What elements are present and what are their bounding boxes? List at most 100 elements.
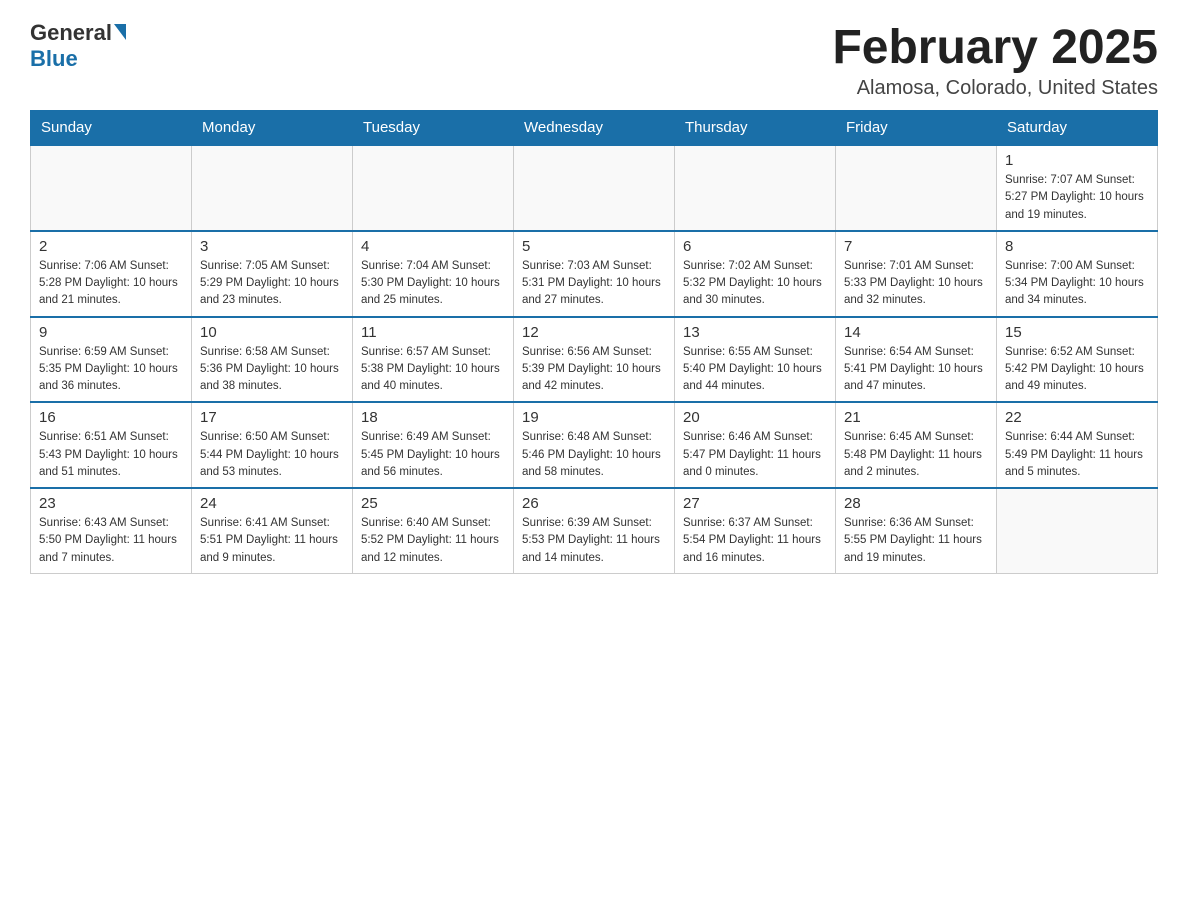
day-number: 28 xyxy=(844,495,988,512)
calendar-cell xyxy=(836,145,997,231)
calendar-header-monday: Monday xyxy=(192,111,353,146)
day-info: Sunrise: 6:54 AM Sunset: 5:41 PM Dayligh… xyxy=(844,344,988,396)
day-number: 18 xyxy=(361,409,505,426)
day-info: Sunrise: 6:51 AM Sunset: 5:43 PM Dayligh… xyxy=(39,429,183,481)
day-number: 24 xyxy=(200,495,344,512)
calendar-cell: 21 Sunrise: 6:45 AM Sunset: 5:48 PM Dayli… xyxy=(836,402,997,488)
day-info: Sunrise: 6:57 AM Sunset: 5:38 PM Dayligh… xyxy=(361,344,505,396)
location-subtitle: Alamosa, Colorado, United States xyxy=(832,77,1158,100)
calendar-cell: 26 Sunrise: 6:39 AM Sunset: 5:53 PM Dayli… xyxy=(514,488,675,573)
day-number: 27 xyxy=(683,495,827,512)
day-info: Sunrise: 6:44 AM Sunset: 5:49 PM Dayligh… xyxy=(1005,429,1149,481)
day-info: Sunrise: 7:07 AM Sunset: 5:27 PM Dayligh… xyxy=(1005,172,1149,224)
calendar-week-row: 1 Sunrise: 7:07 AM Sunset: 5:27 PM Daylig… xyxy=(31,145,1158,231)
day-info: Sunrise: 6:59 AM Sunset: 5:35 PM Dayligh… xyxy=(39,344,183,396)
logo-blue-text: Blue xyxy=(30,46,78,71)
month-title: February 2025 xyxy=(832,20,1158,75)
calendar-header-sunday: Sunday xyxy=(31,111,192,146)
calendar-cell: 14 Sunrise: 6:54 AM Sunset: 5:41 PM Dayli… xyxy=(836,317,997,403)
title-section: February 2025 Alamosa, Colorado, United … xyxy=(832,20,1158,100)
day-number: 11 xyxy=(361,324,505,341)
calendar-week-row: 9Sunrise: 6:59 AM Sunset: 5:35 PM Daylig… xyxy=(31,317,1158,403)
calendar-cell: 11 Sunrise: 6:57 AM Sunset: 5:38 PM Dayli… xyxy=(353,317,514,403)
calendar-cell: 25Sunrise: 6:40 AM Sunset: 5:52 PM Dayli… xyxy=(353,488,514,573)
day-info: Sunrise: 6:58 AM Sunset: 5:36 PM Dayligh… xyxy=(200,344,344,396)
day-number: 12 xyxy=(522,324,666,341)
day-info: Sunrise: 7:00 AM Sunset: 5:34 PM Dayligh… xyxy=(1005,258,1149,310)
calendar-cell: 5 Sunrise: 7:03 AM Sunset: 5:31 PM Daylig… xyxy=(514,231,675,317)
calendar-header-thursday: Thursday xyxy=(675,111,836,146)
calendar-cell: 28Sunrise: 6:36 AM Sunset: 5:55 PM Dayli… xyxy=(836,488,997,573)
day-number: 21 xyxy=(844,409,988,426)
calendar-cell: 12 Sunrise: 6:56 AM Sunset: 5:39 PM Dayli… xyxy=(514,317,675,403)
day-number: 15 xyxy=(1005,324,1149,341)
day-info: Sunrise: 6:46 AM Sunset: 5:47 PM Dayligh… xyxy=(683,429,827,481)
day-number: 2 xyxy=(39,238,183,255)
day-info: Sunrise: 6:55 AM Sunset: 5:40 PM Dayligh… xyxy=(683,344,827,396)
calendar-header-wednesday: Wednesday xyxy=(514,111,675,146)
day-info: Sunrise: 7:01 AM Sunset: 5:33 PM Dayligh… xyxy=(844,258,988,310)
day-info: Sunrise: 6:52 AM Sunset: 5:42 PM Dayligh… xyxy=(1005,344,1149,396)
day-info: Sunrise: 6:56 AM Sunset: 5:39 PM Dayligh… xyxy=(522,344,666,396)
day-number: 6 xyxy=(683,238,827,255)
day-info: Sunrise: 7:06 AM Sunset: 5:28 PM Dayligh… xyxy=(39,258,183,310)
calendar-cell xyxy=(192,145,353,231)
calendar-cell: 3 Sunrise: 7:05 AM Sunset: 5:29 PM Daylig… xyxy=(192,231,353,317)
day-info: Sunrise: 6:39 AM Sunset: 5:53 PM Dayligh… xyxy=(522,515,666,567)
calendar-cell: 8 Sunrise: 7:00 AM Sunset: 5:34 PM Daylig… xyxy=(997,231,1158,317)
day-number: 16 xyxy=(39,409,183,426)
calendar-header-tuesday: Tuesday xyxy=(353,111,514,146)
calendar-cell: 10 Sunrise: 6:58 AM Sunset: 5:36 PM Dayli… xyxy=(192,317,353,403)
day-number: 4 xyxy=(361,238,505,255)
day-number: 10 xyxy=(200,324,344,341)
day-number: 14 xyxy=(844,324,988,341)
day-number: 13 xyxy=(683,324,827,341)
day-number: 22 xyxy=(1005,409,1149,426)
day-number: 3 xyxy=(200,238,344,255)
day-info: Sunrise: 7:02 AM Sunset: 5:32 PM Dayligh… xyxy=(683,258,827,310)
calendar-cell: 23 Sunrise: 6:43 AM Sunset: 5:50 PM Dayli… xyxy=(31,488,192,573)
day-info: Sunrise: 7:03 AM Sunset: 5:31 PM Dayligh… xyxy=(522,258,666,310)
calendar-cell: 6 Sunrise: 7:02 AM Sunset: 5:32 PM Daylig… xyxy=(675,231,836,317)
page-header: General Blue February 2025 Alamosa, Colo… xyxy=(30,20,1158,100)
calendar-week-row: 23 Sunrise: 6:43 AM Sunset: 5:50 PM Dayli… xyxy=(31,488,1158,573)
day-info: Sunrise: 6:50 AM Sunset: 5:44 PM Dayligh… xyxy=(200,429,344,481)
calendar-cell xyxy=(31,145,192,231)
day-info: Sunrise: 6:41 AM Sunset: 5:51 PM Dayligh… xyxy=(200,515,344,567)
calendar-cell: 17 Sunrise: 6:50 AM Sunset: 5:44 PM Dayli… xyxy=(192,402,353,488)
calendar-cell xyxy=(675,145,836,231)
day-info: Sunrise: 6:45 AM Sunset: 5:48 PM Dayligh… xyxy=(844,429,988,481)
calendar-cell: 16 Sunrise: 6:51 AM Sunset: 5:43 PM Dayli… xyxy=(31,402,192,488)
calendar-cell: 9Sunrise: 6:59 AM Sunset: 5:35 PM Daylig… xyxy=(31,317,192,403)
day-number: 5 xyxy=(522,238,666,255)
calendar-cell: 13 Sunrise: 6:55 AM Sunset: 5:40 PM Dayli… xyxy=(675,317,836,403)
calendar-cell: 24 Sunrise: 6:41 AM Sunset: 5:51 PM Dayli… xyxy=(192,488,353,573)
calendar-cell: 4 Sunrise: 7:04 AM Sunset: 5:30 PM Daylig… xyxy=(353,231,514,317)
calendar-week-row: 16 Sunrise: 6:51 AM Sunset: 5:43 PM Dayli… xyxy=(31,402,1158,488)
day-info: Sunrise: 6:49 AM Sunset: 5:45 PM Dayligh… xyxy=(361,429,505,481)
logo-arrow-icon xyxy=(114,24,126,40)
day-info: Sunrise: 7:05 AM Sunset: 5:29 PM Dayligh… xyxy=(200,258,344,310)
calendar-cell: 20Sunrise: 6:46 AM Sunset: 5:47 PM Dayli… xyxy=(675,402,836,488)
day-number: 1 xyxy=(1005,152,1149,169)
calendar-cell: 7 Sunrise: 7:01 AM Sunset: 5:33 PM Daylig… xyxy=(836,231,997,317)
day-number: 23 xyxy=(39,495,183,512)
calendar-week-row: 2 Sunrise: 7:06 AM Sunset: 5:28 PM Daylig… xyxy=(31,231,1158,317)
calendar-cell xyxy=(514,145,675,231)
day-number: 17 xyxy=(200,409,344,426)
day-number: 8 xyxy=(1005,238,1149,255)
calendar-header-row: SundayMondayTuesdayWednesdayThursdayFrid… xyxy=(31,111,1158,146)
day-info: Sunrise: 6:37 AM Sunset: 5:54 PM Dayligh… xyxy=(683,515,827,567)
day-info: Sunrise: 6:40 AM Sunset: 5:52 PM Dayligh… xyxy=(361,515,505,567)
calendar-header-saturday: Saturday xyxy=(997,111,1158,146)
calendar-cell xyxy=(997,488,1158,573)
day-number: 7 xyxy=(844,238,988,255)
calendar-cell: 27 Sunrise: 6:37 AM Sunset: 5:54 PM Dayli… xyxy=(675,488,836,573)
logo-general-text: General xyxy=(30,20,112,46)
logo: General Blue xyxy=(30,20,126,72)
day-info: Sunrise: 7:04 AM Sunset: 5:30 PM Dayligh… xyxy=(361,258,505,310)
calendar-cell: 22 Sunrise: 6:44 AM Sunset: 5:49 PM Dayli… xyxy=(997,402,1158,488)
day-number: 26 xyxy=(522,495,666,512)
calendar-cell: 19Sunrise: 6:48 AM Sunset: 5:46 PM Dayli… xyxy=(514,402,675,488)
day-info: Sunrise: 6:43 AM Sunset: 5:50 PM Dayligh… xyxy=(39,515,183,567)
